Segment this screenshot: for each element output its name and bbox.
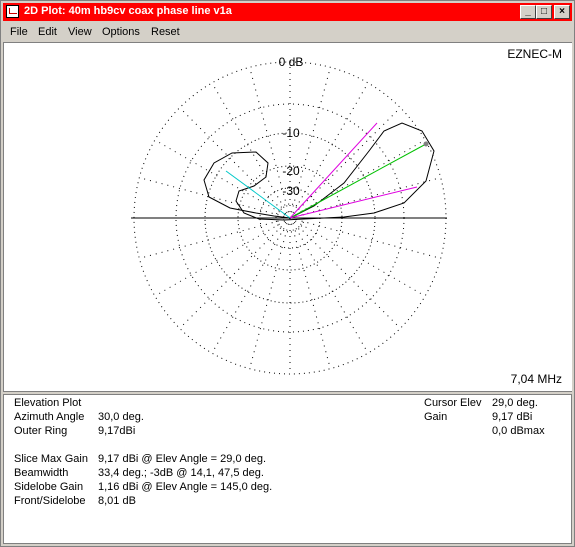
- grid-radial: [139, 177, 291, 219]
- beamwidth-line-low: [289, 186, 418, 219]
- outer-ring-label: Outer Ring: [14, 425, 68, 437]
- menu-view[interactable]: View: [68, 26, 92, 38]
- grid-radial: [289, 82, 369, 219]
- grid-radial: [211, 82, 291, 219]
- app-icon[interactable]: [6, 5, 19, 18]
- radiation-pattern: [203, 122, 435, 221]
- ring-label-10: -10: [282, 126, 300, 140]
- cursor-marker[interactable]: [423, 141, 429, 147]
- minimize-button[interactable]: _: [520, 5, 536, 19]
- gain-value: 9,17 dBi: [492, 411, 533, 423]
- beamwidth-label: Beamwidth: [14, 467, 69, 479]
- grid-radial: [154, 139, 291, 219]
- outer-ring-value: 9,17dBi: [98, 425, 136, 437]
- beamwidth-value: 33,4 deg.; -3dB @ 14,1, 47,5 deg.: [98, 467, 264, 479]
- grid-radial: [179, 217, 291, 329]
- ring-label-30: -30: [282, 184, 300, 198]
- window-title: 2D Plot: 40m hb9cv coax phase line v1a: [24, 5, 232, 17]
- menu-reset[interactable]: Reset: [151, 26, 180, 38]
- sidelobe-value: 1,16 dBi @ Elev Angle = 145,0 deg.: [98, 481, 273, 493]
- cursor-elev-value: 29,0 deg.: [492, 397, 538, 409]
- plot-window: 2D Plot: 40m hb9cv coax phase line v1a _…: [0, 0, 575, 547]
- grid-radial: [179, 107, 291, 219]
- cursor-elev-label: Cursor Elev: [424, 397, 482, 409]
- polar-plot[interactable]: 0 dB -10 -20 -30: [4, 43, 571, 391]
- program-label: EZNEC-M: [507, 47, 562, 61]
- grid-radial: [289, 107, 401, 219]
- gain-label: Gain: [424, 411, 448, 423]
- title-bar[interactable]: 2D Plot: 40m hb9cv coax phase line v1a _…: [3, 3, 572, 21]
- beamwidth-line-high: [289, 122, 378, 219]
- grid-radial: [289, 217, 331, 369]
- azimuth-value: 30,0 deg.: [98, 411, 144, 423]
- close-button[interactable]: ×: [554, 5, 570, 19]
- slice-max-label: Slice Max Gain: [14, 453, 88, 465]
- grid-radial: [289, 217, 401, 329]
- ring-labels: 0 dB -10 -20 -30: [279, 55, 304, 198]
- front-sidelobe-value: 8,01 dB: [98, 495, 136, 507]
- sidelobe-label: Sidelobe Gain: [14, 481, 84, 493]
- azimuth-label: Azimuth Angle: [14, 411, 85, 423]
- menu-options[interactable]: Options: [102, 26, 140, 38]
- grid-radial: [289, 139, 426, 219]
- grid-radial: [289, 217, 441, 259]
- maximize-button[interactable]: □: [536, 5, 552, 19]
- plot-type: Elevation Plot: [14, 397, 82, 409]
- menu-file[interactable]: File: [10, 26, 28, 38]
- ring-label-0db: 0 dB: [279, 55, 304, 69]
- grid-radial: [289, 217, 369, 354]
- front-sidelobe-label: Front/Sidelobe: [14, 495, 86, 507]
- ring-label-20: -20: [282, 164, 300, 178]
- frequency-label: 7,04 MHz: [510, 372, 562, 386]
- grid-radial: [211, 217, 291, 354]
- gain-max-value: 0,0 dBmax: [492, 425, 545, 437]
- sidelobe-line: [225, 170, 291, 219]
- grid-radial: [154, 217, 291, 297]
- plot-area[interactable]: 0 dB -10 -20 -30 EZNEC-M 7,04 MHz: [3, 42, 572, 392]
- cursor-line[interactable]: [289, 143, 427, 219]
- info-panel: Elevation Plot Azimuth Angle 30,0 deg. O…: [3, 394, 572, 544]
- menu-bar: File Edit View Options Reset: [3, 23, 572, 42]
- grid-radial: [289, 217, 426, 297]
- slice-max-value: 9,17 dBi @ Elev Angle = 29,0 deg.: [98, 453, 267, 465]
- menu-edit[interactable]: Edit: [38, 26, 57, 38]
- grid-radial: [289, 177, 441, 219]
